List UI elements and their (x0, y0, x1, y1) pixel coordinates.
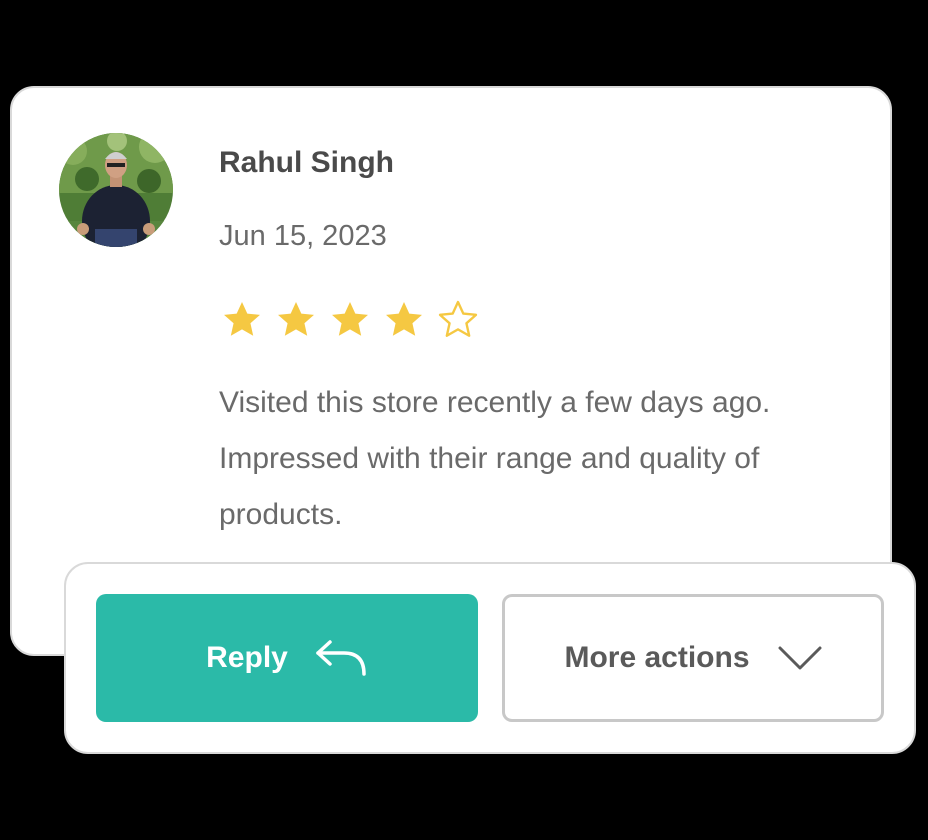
reply-button[interactable]: Reply (96, 594, 478, 722)
star-filled-icon (386, 302, 422, 336)
reply-arrow-icon (316, 640, 366, 676)
more-actions-label: More actions (564, 641, 750, 674)
reviewer-name: Rahul Singh (219, 146, 394, 179)
star-filled-icon (278, 302, 314, 336)
reply-button-label: Reply (206, 641, 288, 674)
star-empty-icon (438, 300, 478, 337)
star-filled-icon (332, 302, 368, 336)
more-actions-button[interactable]: More actions (502, 594, 884, 722)
star-rating (219, 298, 481, 342)
chevron-down-icon (778, 646, 822, 670)
review-date: Jun 15, 2023 (219, 220, 387, 252)
action-bar: Reply More actions (64, 562, 916, 754)
avatar (59, 133, 173, 247)
review-text: Visited this store recently a few days a… (219, 386, 771, 531)
star-filled-icon (224, 302, 260, 336)
